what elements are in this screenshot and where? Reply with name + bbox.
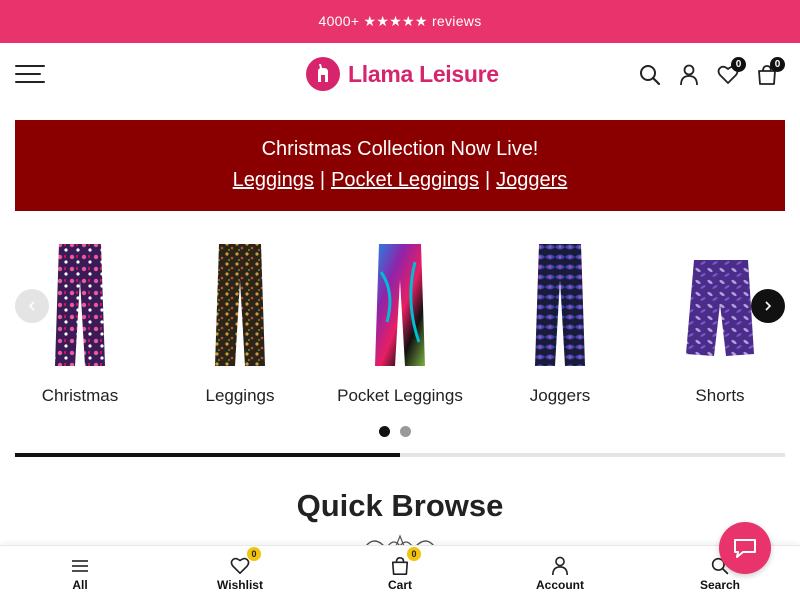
category-label: Christmas [41, 386, 119, 405]
carousel-pagination [379, 426, 411, 437]
toolbar-label: Account [536, 578, 584, 592]
toolbar-label: All [72, 578, 88, 592]
cart-badge: 0 [407, 547, 421, 561]
wishlist-icon[interactable]: 0 [716, 57, 746, 87]
chat-icon [734, 539, 756, 558]
category-carousel: Christmas Leggings Pocket Leggings Jogge… [0, 230, 800, 440]
promo-link-joggers[interactable]: Joggers [496, 169, 567, 191]
promo-separator: | [484, 169, 491, 191]
wishlist-badge: 0 [247, 547, 261, 561]
cart-count-badge: 0 [770, 57, 785, 72]
cart-icon[interactable]: 0 [755, 57, 785, 87]
shopping-bag-icon: 0 [390, 547, 421, 576]
category-shorts[interactable]: Shorts [655, 242, 785, 406]
chat-launcher-button[interactable] [719, 522, 771, 574]
pocket-leggings-image [375, 244, 425, 366]
category-label: Shorts [695, 386, 745, 405]
promo-link-pocket-leggings[interactable]: Pocket Leggings [331, 169, 479, 191]
promo-title: Christmas Collection Now Live! [261, 138, 539, 160]
chevron-right-icon [765, 301, 772, 311]
quick-browse-heading: Quick Browse [296, 488, 504, 523]
logo[interactable]: Llama Leisure [306, 57, 499, 91]
account-icon[interactable] [677, 63, 701, 87]
logo-text: Llama Leisure [348, 60, 499, 87]
carousel-dot-1[interactable] [379, 426, 390, 437]
menu-icon [70, 556, 90, 576]
toolbar-wishlist[interactable]: 0 Wishlist [160, 546, 320, 600]
category-label: Pocket Leggings [337, 386, 463, 405]
christmas-promo-banner: Christmas Collection Now Live! Leggings |… [15, 120, 785, 211]
mobile-bottom-toolbar: All 0 Wishlist 0 Cart Account Search [0, 545, 800, 600]
category-leggings[interactable]: Leggings [175, 242, 305, 406]
reviews-text: 4000+ ★★★★★ reviews [318, 13, 482, 29]
toolbar-all[interactable]: All [0, 546, 160, 600]
category-christmas[interactable]: Christmas [15, 242, 145, 406]
category-pocket-leggings[interactable]: Pocket Leggings [335, 242, 465, 406]
carousel-progress-fill [15, 453, 400, 457]
account-icon [550, 556, 570, 576]
joggers-image [535, 244, 585, 366]
toolbar-label: Search [699, 578, 741, 592]
promo-link-leggings[interactable]: Leggings [233, 169, 314, 191]
carousel-prev-button[interactable] [15, 289, 49, 323]
llama-icon [306, 57, 340, 91]
category-label: Joggers [529, 386, 591, 405]
toolbar-account[interactable]: Account [480, 546, 640, 600]
category-joggers[interactable]: Joggers [495, 242, 625, 406]
shorts-image [686, 260, 754, 356]
search-icon[interactable] [638, 63, 662, 87]
wishlist-count-badge: 0 [731, 57, 746, 72]
toolbar-cart[interactable]: 0 Cart [320, 546, 480, 600]
heart-icon: 0 [230, 547, 261, 576]
leggings-image [215, 244, 265, 366]
category-label: Leggings [205, 386, 275, 405]
toolbar-label: Cart [387, 578, 412, 592]
carousel-dot-2[interactable] [400, 426, 411, 437]
announcement-bar: 4000+ ★★★★★ reviews [0, 0, 800, 43]
promo-separator: | [319, 169, 326, 191]
carousel-progress-bar [15, 453, 785, 457]
toolbar-label: Wishlist [217, 578, 263, 592]
promo-links: Leggings | Pocket Leggings | Joggers [15, 168, 785, 192]
chevron-left-icon [28, 301, 35, 311]
carousel-next-button[interactable] [751, 289, 785, 323]
menu-icon[interactable] [15, 65, 45, 83]
site-header: Llama Leisure 0 0 [0, 43, 800, 105]
christmas-leggings-image [55, 244, 105, 366]
